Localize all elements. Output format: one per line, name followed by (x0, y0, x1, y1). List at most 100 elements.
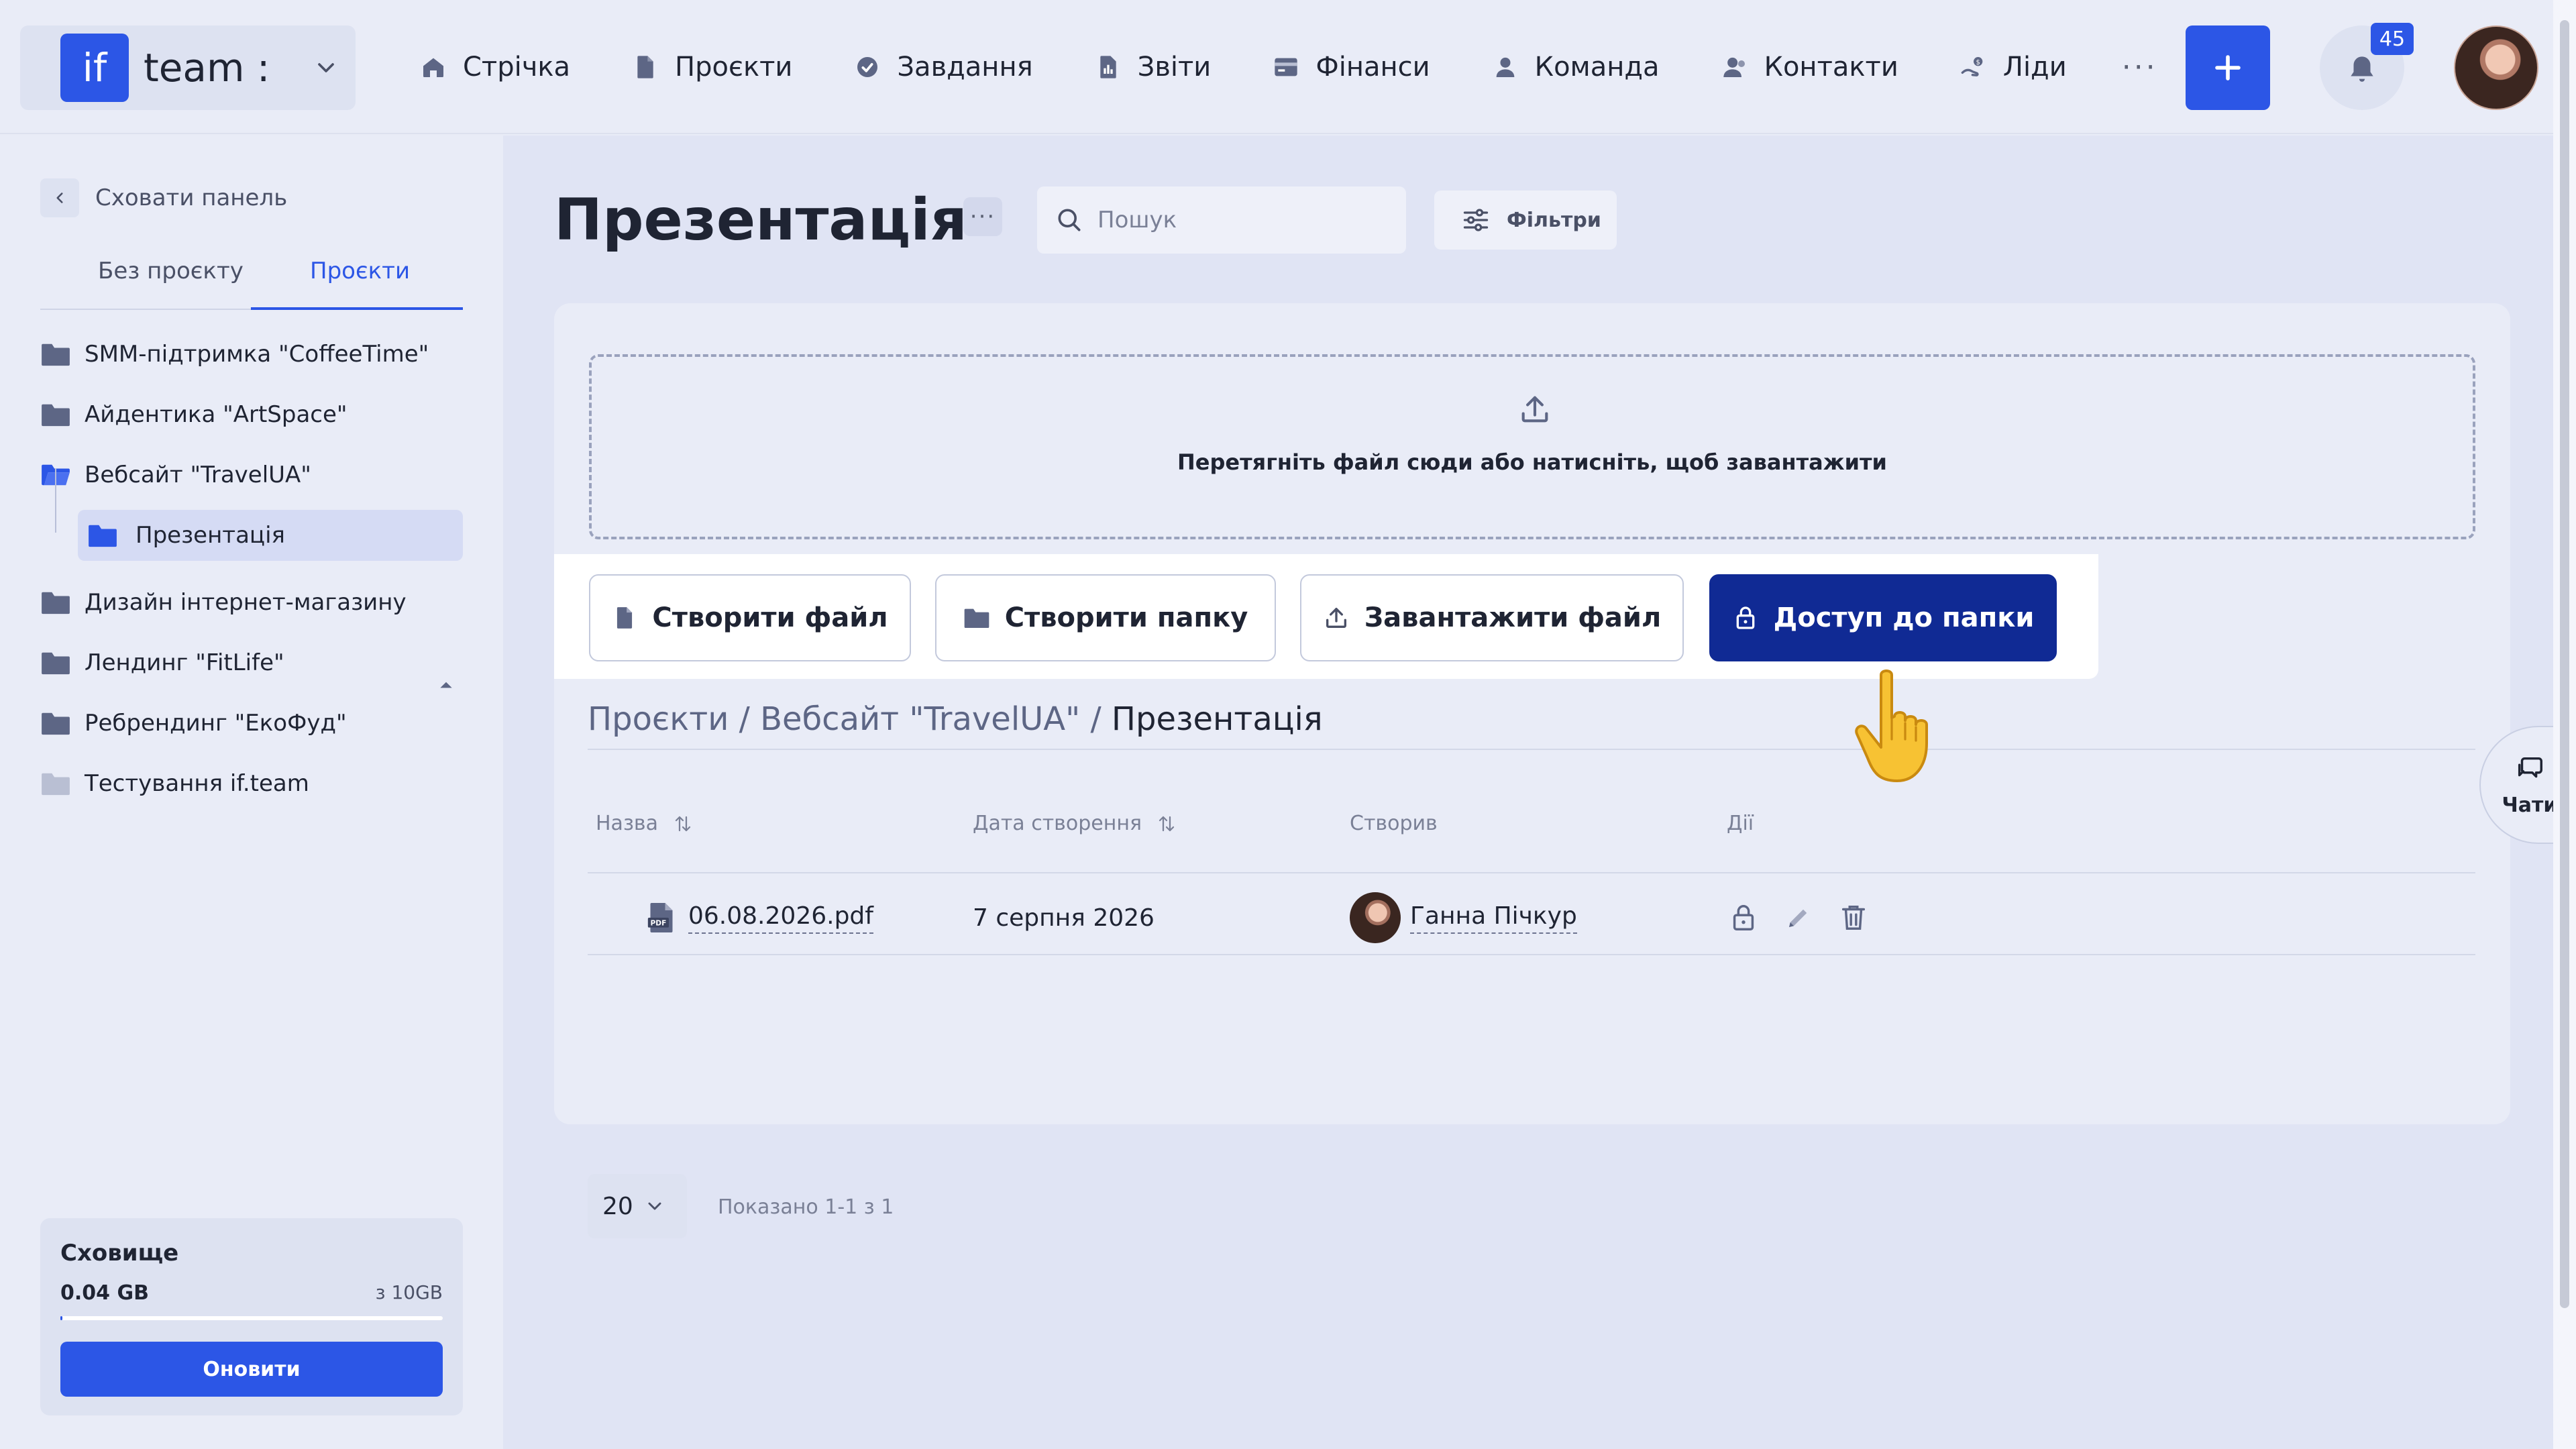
caret-up-icon[interactable] (437, 678, 455, 691)
pencil-icon (1789, 909, 1807, 927)
home-icon (420, 54, 447, 80)
nav-label: Завдання (897, 52, 1033, 83)
sidebar-project-item[interactable]: Ребрендинг "ЕкоФуд" (40, 703, 347, 743)
breadcrumb: Проєкти / Вебсайт "TravelUA" / Презентац… (588, 700, 1323, 738)
create-file-button[interactable]: Створити файл (589, 574, 911, 661)
sidebar-project-item[interactable]: SMM-підтримка "CoffeeTime" (40, 334, 429, 374)
scrollbar-thumb[interactable] (2560, 20, 2569, 1308)
project-label: Лендинг "FitLife" (85, 649, 284, 676)
lock-icon (1733, 905, 1754, 930)
divider (588, 872, 2475, 873)
report-icon (1095, 54, 1122, 80)
storage-title: Сховище (60, 1240, 179, 1267)
search-box[interactable] (1037, 186, 1406, 254)
per-page-select[interactable]: 20 (588, 1174, 687, 1238)
pdf-file-icon: PDF (647, 903, 673, 932)
table-row-date: 7 серпня 2026 (973, 904, 1155, 932)
tab-no-project[interactable]: Без проєкту (98, 258, 244, 284)
folder-icon (40, 341, 71, 367)
page-scrollbar[interactable] (2553, 0, 2576, 1449)
hide-panel-label: Сховати панель (95, 184, 288, 211)
folder-access-label: Доступ до папки (1773, 602, 2035, 633)
storage-progress-bar (60, 1316, 443, 1320)
user-avatar[interactable] (2454, 25, 2538, 110)
page-title: Презентація (554, 186, 967, 254)
top-bar: if team : Стрічка Проєкти Завдання Звіти… (0, 0, 2553, 134)
column-header-date[interactable]: Дата створення (973, 812, 1177, 835)
nav-item-reports[interactable]: Звіти (1095, 52, 1211, 83)
bell-icon (2351, 56, 2373, 82)
folder-more-button[interactable]: ··· (963, 197, 1002, 236)
storage-total: з 10GB (375, 1281, 443, 1303)
divider (588, 749, 2475, 750)
upload-dropzone[interactable]: Перетягніть файл сюди або натисніть, щоб… (589, 354, 2475, 539)
column-header-actions: Дії (1727, 812, 1754, 835)
nav-label: Фінанси (1316, 52, 1430, 83)
lock-icon (1736, 606, 1754, 629)
sidebar-project-item[interactable]: Лендинг "FitLife" (40, 643, 284, 683)
chats-label: Чати (2502, 793, 2558, 817)
folder-icon (40, 710, 71, 736)
file-icon (632, 54, 659, 80)
nav-item-tasks[interactable]: Завдання (854, 52, 1033, 83)
action-toolbar: Створити файл Створити папку Завантажити… (554, 554, 2098, 679)
tree-connector (55, 468, 56, 533)
folder-access-button[interactable]: Доступ до папки (1709, 574, 2057, 661)
nav-item-team[interactable]: Команда (1492, 52, 1660, 83)
hide-panel-button[interactable]: Сховати панель (40, 178, 287, 217)
search-input[interactable] (1097, 207, 1393, 233)
nav-item-projects[interactable]: Проєкти (632, 52, 792, 83)
create-folder-button[interactable]: Створити папку (935, 574, 1276, 661)
chevron-down-icon (313, 54, 339, 81)
table-row-file-name[interactable]: PDF 06.08.2026.pdf (647, 892, 873, 943)
row-edit-button[interactable] (1784, 900, 1813, 935)
file-name-link[interactable]: 06.08.2026.pdf (688, 902, 873, 934)
add-button[interactable] (2186, 25, 2270, 110)
search-icon (1058, 209, 1081, 231)
nav-item-feed[interactable]: Стрічка (420, 52, 570, 83)
nav-item-finance[interactable]: Фінанси (1273, 52, 1430, 83)
nav-item-leads[interactable]: $ Ліди (1960, 52, 2067, 83)
leads-icon: $ (1960, 54, 1987, 80)
file-icon (617, 607, 633, 629)
author-name-link[interactable]: Ганна Пічкур (1410, 902, 1577, 934)
column-header-name[interactable]: Назва (596, 812, 693, 835)
storage-panel: Сховище 0.04 GB з 10GB Оновити (40, 1218, 463, 1415)
row-lock-button[interactable] (1728, 900, 1759, 935)
more-menu-button[interactable]: ··· (2122, 50, 2158, 85)
storage-used: 0.04 GB (60, 1281, 149, 1305)
trash-icon (1841, 905, 1866, 930)
upload-file-button[interactable]: Завантажити файл (1300, 574, 1684, 661)
create-folder-label: Створити папку (1004, 602, 1248, 633)
sort-icon (1159, 816, 1175, 831)
chevron-left-icon (40, 178, 79, 217)
tab-projects[interactable]: Проєкти (310, 258, 410, 284)
create-file-label: Створити файл (652, 602, 888, 633)
workspace-switcher[interactable]: if team : (20, 25, 356, 110)
nav-label: Ліди (2002, 52, 2067, 83)
sidebar-project-item[interactable]: Айдентика "ArtSpace" (40, 394, 347, 435)
sidebar-subfolder-item[interactable]: Презентація (78, 510, 463, 561)
row-delete-button[interactable] (1838, 899, 1869, 935)
table-row-author[interactable]: Ганна Пічкур (1350, 892, 1577, 943)
folder-icon (40, 590, 71, 615)
sidebar-project-item[interactable]: Дизайн інтернет-магазину (40, 582, 407, 623)
sidebar-project-item[interactable]: Тестування if.team (40, 763, 309, 804)
dropzone-text: Перетягніть файл сюди або натисніть, щоб… (1177, 449, 1887, 475)
brand-name: team : (144, 45, 270, 91)
nav-label: Команда (1534, 52, 1660, 83)
folder-icon (964, 608, 989, 628)
nav-item-contacts[interactable]: Контакти (1721, 52, 1898, 83)
folder-icon (40, 771, 71, 796)
brand-logo: if (60, 34, 129, 102)
project-label: Дизайн інтернет-магазину (85, 589, 407, 616)
nav-label: Проєкти (675, 52, 793, 83)
breadcrumb-path[interactable]: Проєкти / Вебсайт "TravelUA" / (588, 700, 1112, 738)
upload-file-label: Завантажити файл (1364, 602, 1662, 633)
upgrade-button[interactable]: Оновити (60, 1342, 443, 1397)
folder-icon (40, 650, 71, 676)
breadcrumb-current: Презентація (1111, 700, 1323, 738)
user-icon (1492, 54, 1519, 80)
filters-button[interactable]: Фільтри (1434, 191, 1617, 250)
sidebar-project-item-active[interactable]: Вебсайт "TravelUA" (40, 455, 311, 495)
